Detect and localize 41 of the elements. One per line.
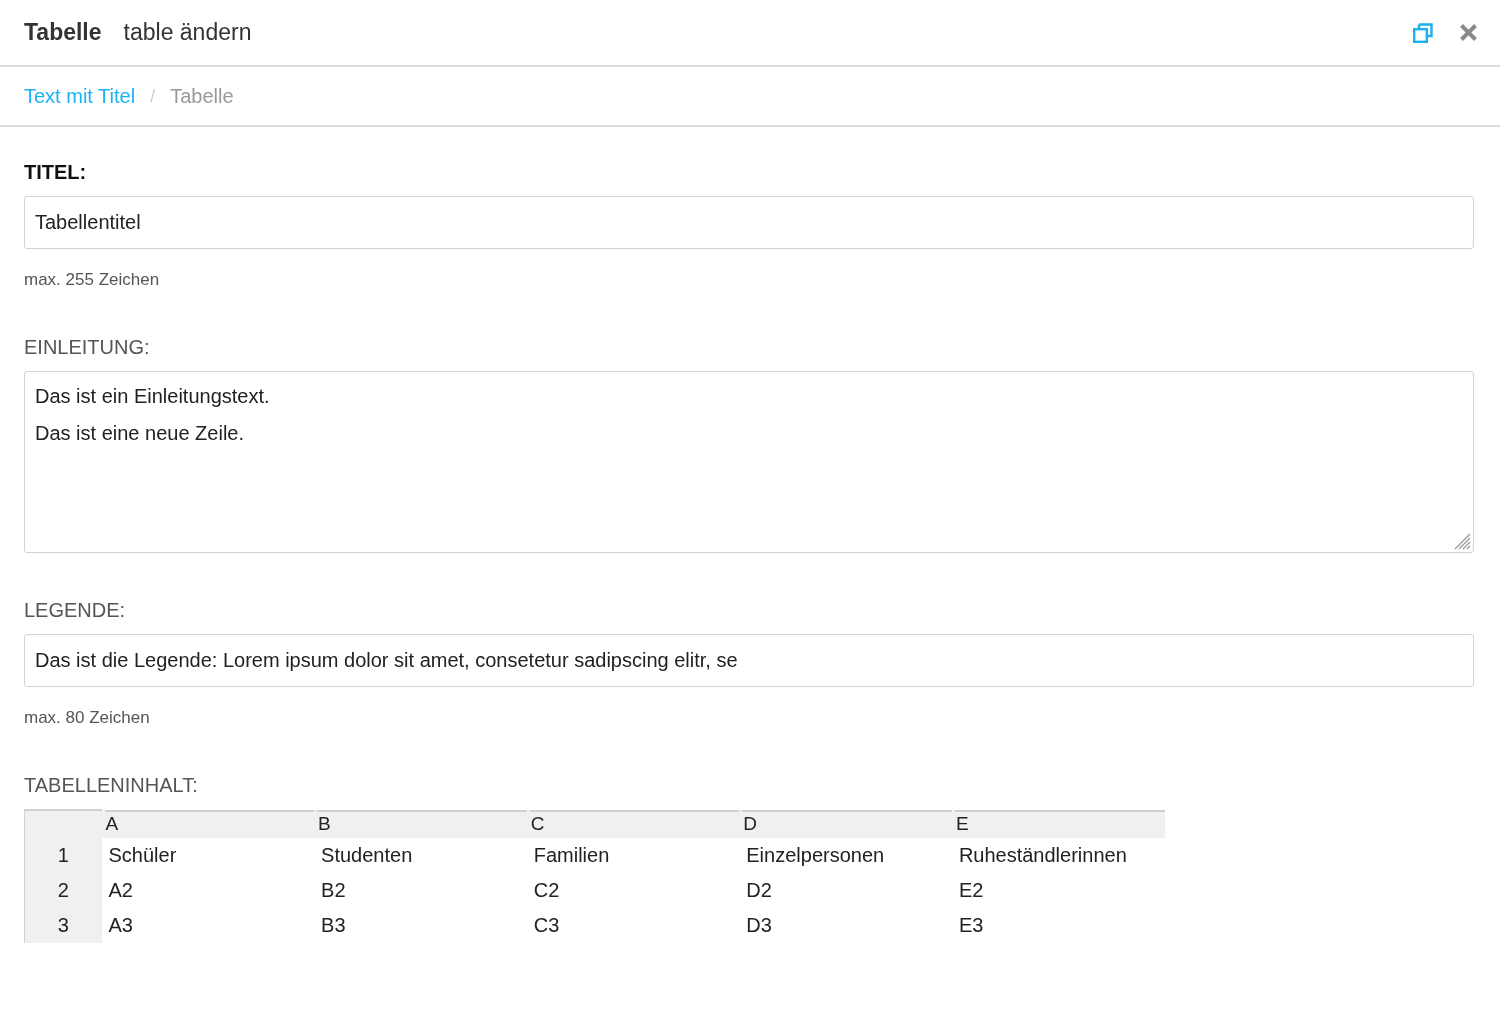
table-cell[interactable]: D2 — [739, 873, 952, 908]
column-header[interactable]: A — [101, 810, 315, 838]
column-header[interactable]: C — [526, 810, 740, 838]
column-header[interactable]: B — [314, 810, 527, 838]
table-cell[interactable]: Ruheständlerinnen — [951, 838, 1165, 873]
table-cell[interactable]: E2 — [951, 873, 1165, 908]
close-button[interactable] — [1459, 23, 1478, 42]
table-cell[interactable]: Studenten — [314, 838, 527, 873]
table-cell[interactable]: A2 — [101, 873, 315, 908]
dialog-subtitle: table ändern — [123, 19, 252, 46]
table-cell[interactable]: Schüler — [101, 838, 315, 873]
table-cell[interactable]: Familien — [526, 838, 740, 873]
row-number: 1 — [24, 838, 102, 873]
table-cell[interactable]: B2 — [314, 873, 527, 908]
field-label: TITEL: — [24, 160, 88, 184]
restore-window-button[interactable] — [1413, 22, 1433, 43]
breadcrumb-separator: / — [150, 85, 156, 107]
table-cell[interactable]: E3 — [951, 908, 1165, 943]
textarea-field[interactable]: Das ist ein Einleitungstext. Das ist eine neue Zeile. — [24, 371, 1474, 553]
text-input-field[interactable]: Tabellentitel — [24, 196, 1474, 249]
table-cell[interactable]: D3 — [739, 908, 952, 943]
table-cell[interactable]: C2 — [526, 873, 740, 908]
column-header[interactable]: D — [739, 810, 952, 838]
field-hint: max. 255 Zeichen — [24, 270, 161, 290]
column-header[interactable]: E — [951, 810, 1165, 838]
table-cell[interactable]: B3 — [314, 908, 527, 943]
row-number: 2 — [24, 873, 102, 908]
row-number: 3 — [24, 908, 102, 943]
overlapping-squares-icon — [1413, 22, 1433, 43]
field-label: LEGENDE: — [24, 598, 127, 622]
field-hint: max. 80 Zeichen — [24, 708, 151, 728]
breadcrumb-current: Tabelle — [170, 84, 234, 108]
field-label: EINLEITUNG: — [24, 335, 151, 359]
table-cell[interactable]: Einzelpersonen — [739, 838, 952, 873]
close-icon — [1459, 23, 1478, 42]
table-cell[interactable]: C3 — [526, 908, 740, 943]
table-cell[interactable]: A3 — [101, 908, 315, 943]
text-input-field[interactable]: Das ist die Legende: Lorem ipsum dolor sit amet, consetetur sadipscing elitr, se — [24, 634, 1474, 687]
field-label: TABELLENINHALT: — [24, 773, 199, 797]
dialog-title: Tabelle — [24, 19, 102, 46]
resize-grip-icon[interactable] — [1454, 533, 1471, 550]
